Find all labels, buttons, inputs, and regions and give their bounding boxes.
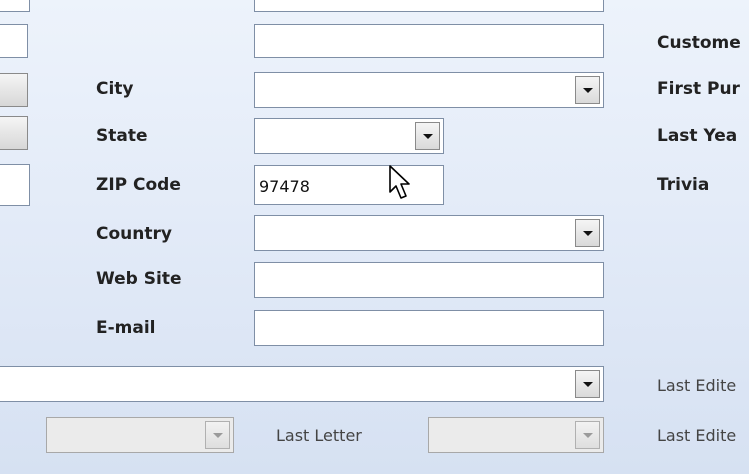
last-edited-label-2: Last Edite xyxy=(657,426,737,445)
wide-combo-input[interactable] xyxy=(0,367,603,401)
country-input[interactable] xyxy=(255,216,603,250)
left-partial-field-zip[interactable] xyxy=(0,164,30,206)
country-combo[interactable] xyxy=(254,215,604,251)
web-site-field[interactable] xyxy=(254,262,604,298)
chevron-down-icon[interactable] xyxy=(575,370,600,398)
state-label: State xyxy=(96,126,148,146)
zip-field[interactable] xyxy=(254,165,444,205)
chevron-down-icon[interactable] xyxy=(415,122,440,150)
top-partial-input[interactable] xyxy=(255,0,603,11)
address-line-2-input[interactable] xyxy=(255,25,603,57)
left-partial-field-1[interactable] xyxy=(0,24,28,58)
city-combo[interactable] xyxy=(254,72,604,108)
bottom-left-combo xyxy=(46,417,234,453)
country-label: Country xyxy=(96,224,172,244)
customer-label: Custome xyxy=(657,33,741,53)
chevron-down-icon[interactable] xyxy=(575,219,600,247)
address-line-2-field[interactable] xyxy=(254,24,604,58)
chevron-down-icon[interactable] xyxy=(575,76,600,104)
web-site-input[interactable] xyxy=(255,263,603,297)
email-label: E-mail xyxy=(96,318,156,338)
state-combo[interactable] xyxy=(254,118,444,154)
chevron-down-icon xyxy=(575,421,600,449)
chevron-down-icon xyxy=(205,421,230,449)
last-year-label: Last Yea xyxy=(657,126,738,146)
zip-label: ZIP Code xyxy=(96,175,181,195)
city-input[interactable] xyxy=(255,73,603,107)
trivia-label: Trivia xyxy=(657,175,710,195)
zip-input[interactable] xyxy=(255,166,443,204)
email-input[interactable] xyxy=(255,311,603,345)
last-edited-label-1: Last Edite xyxy=(657,376,737,395)
top-partial-field[interactable] xyxy=(254,0,604,12)
last-letter-label: Last Letter xyxy=(276,426,362,445)
left-partial-field-top[interactable] xyxy=(0,0,30,12)
last-letter-combo xyxy=(428,417,604,453)
web-site-label: Web Site xyxy=(96,269,182,289)
mouse-pointer-icon xyxy=(389,165,410,199)
left-partial-dropdown-button-city[interactable] xyxy=(0,73,28,107)
wide-combo[interactable] xyxy=(0,366,604,402)
city-label: City xyxy=(96,79,134,99)
first-purchase-label: First Pur xyxy=(657,79,740,99)
email-field[interactable] xyxy=(254,310,604,346)
left-partial-dropdown-button-state[interactable] xyxy=(0,116,28,150)
